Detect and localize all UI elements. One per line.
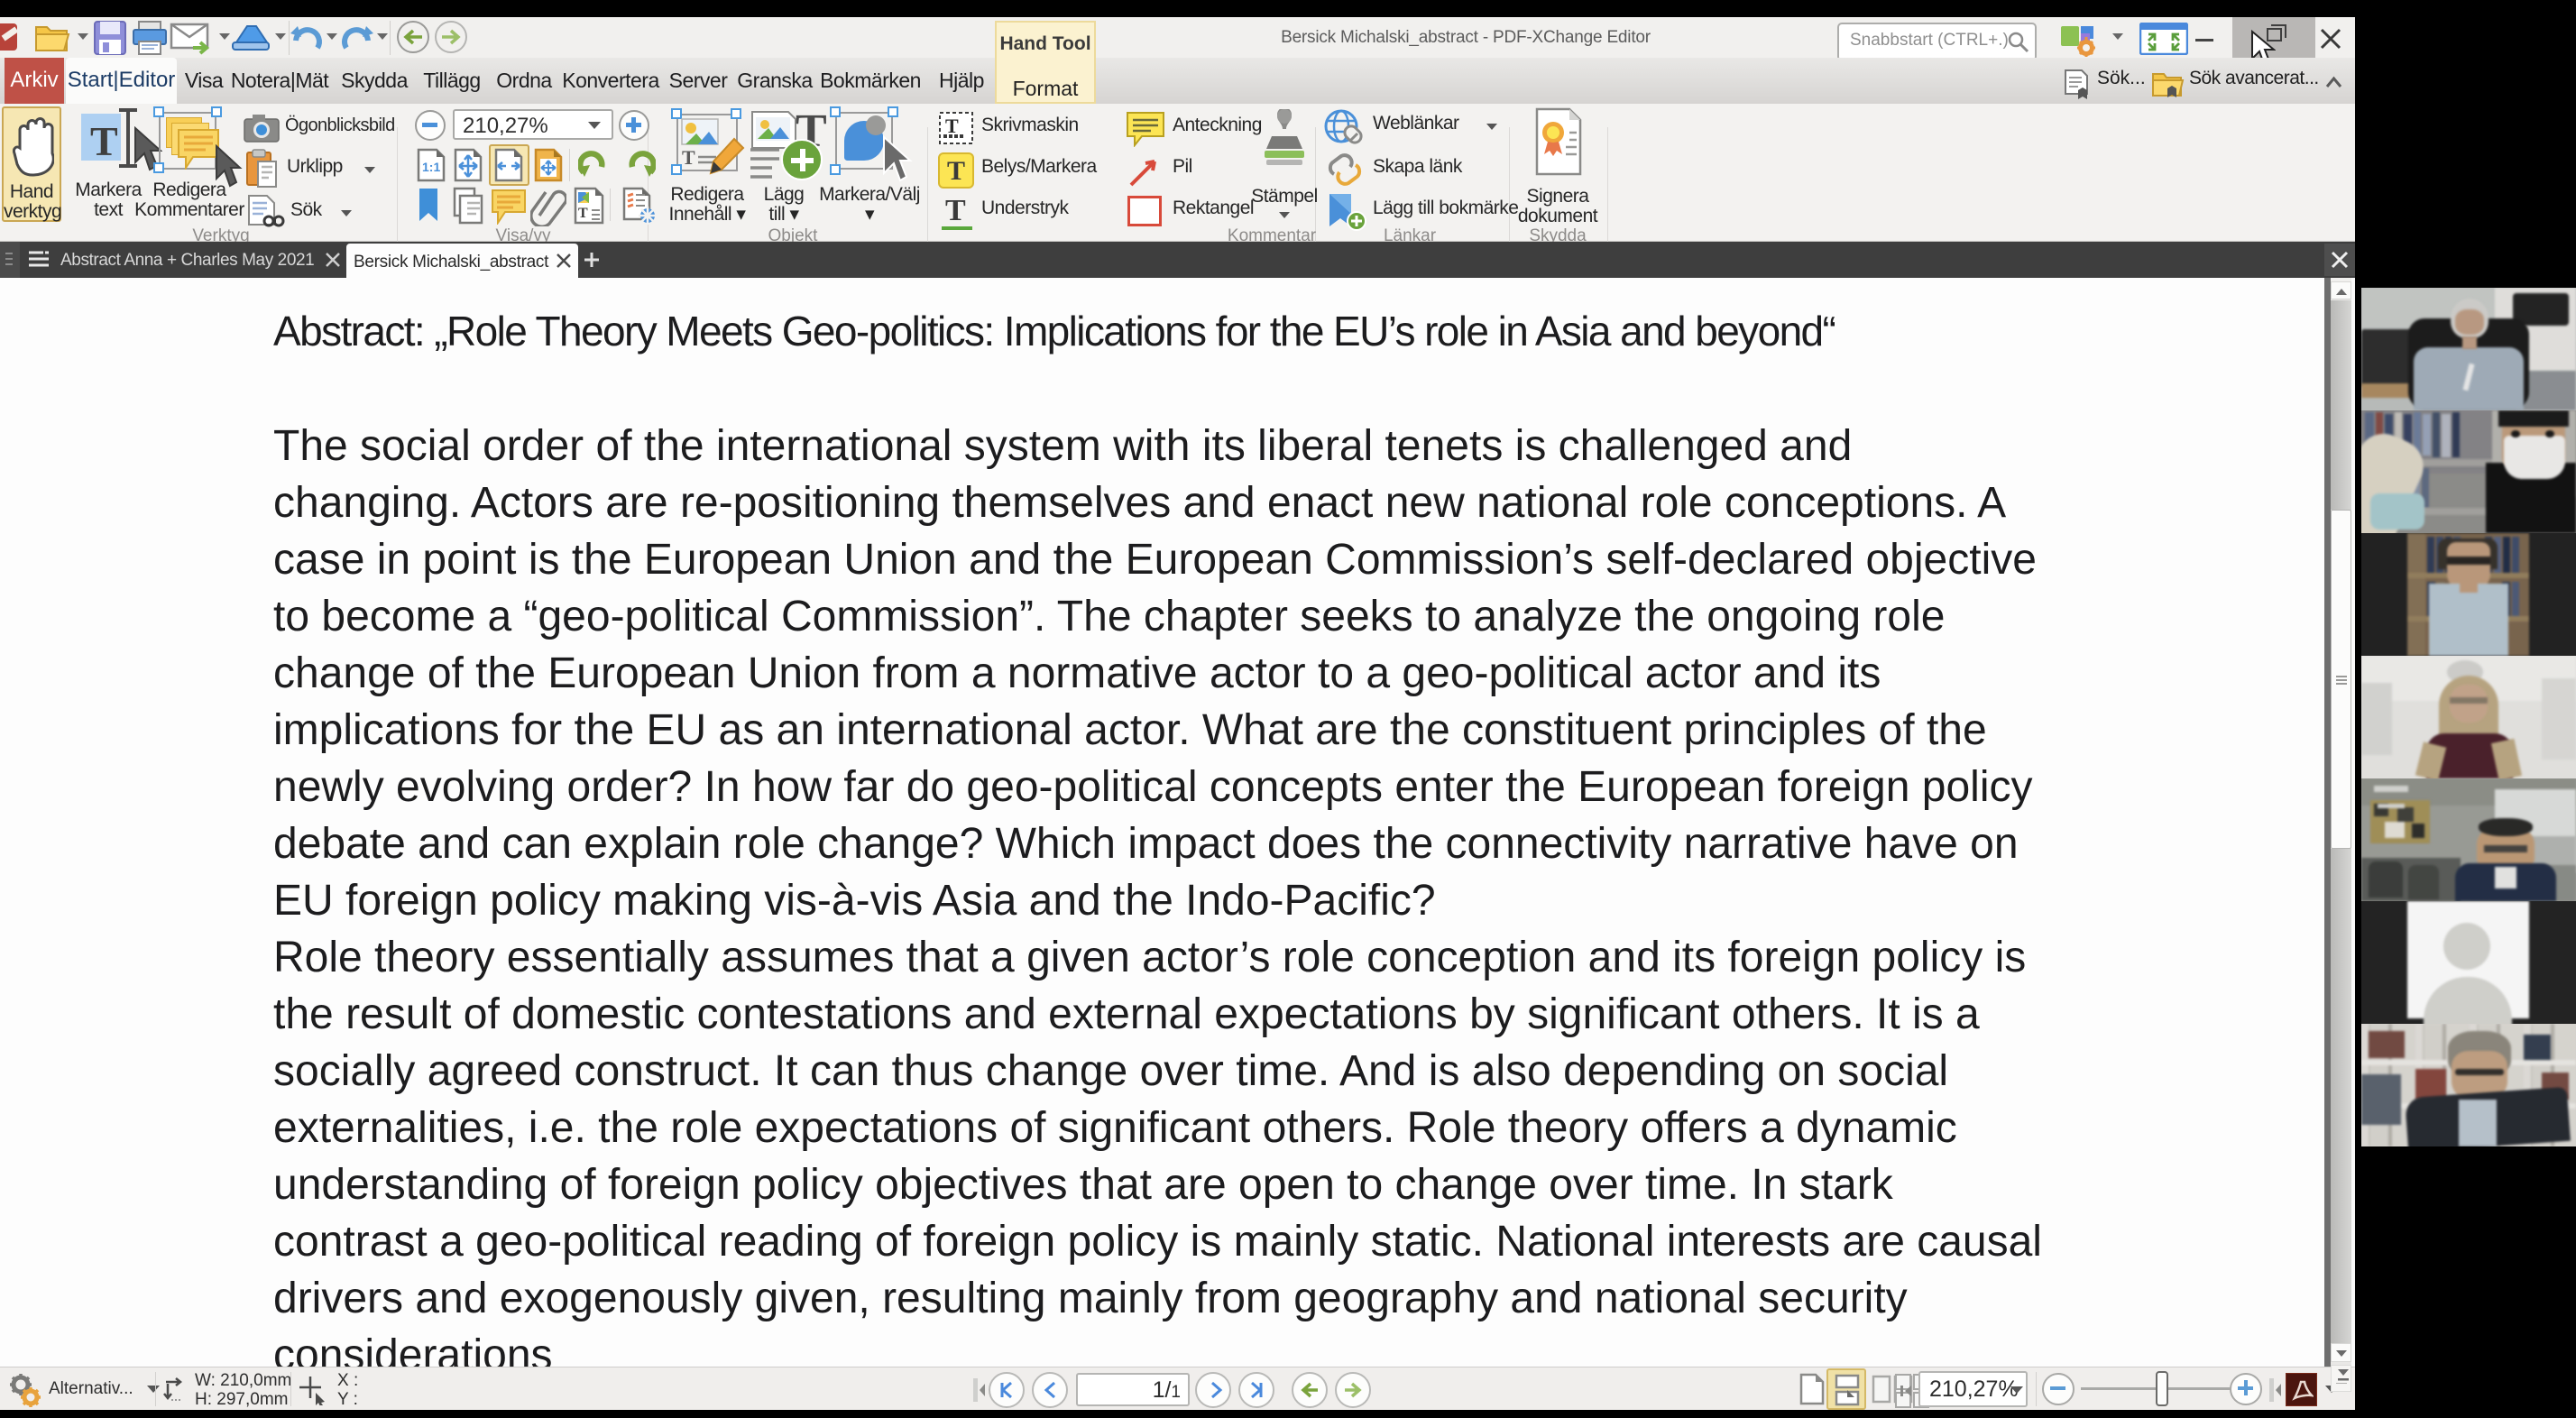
svg-text:T: T bbox=[682, 146, 695, 168]
svg-text:1:1: 1:1 bbox=[422, 160, 440, 174]
svg-text:T: T bbox=[945, 115, 959, 137]
svg-text:T: T bbox=[578, 206, 588, 221]
